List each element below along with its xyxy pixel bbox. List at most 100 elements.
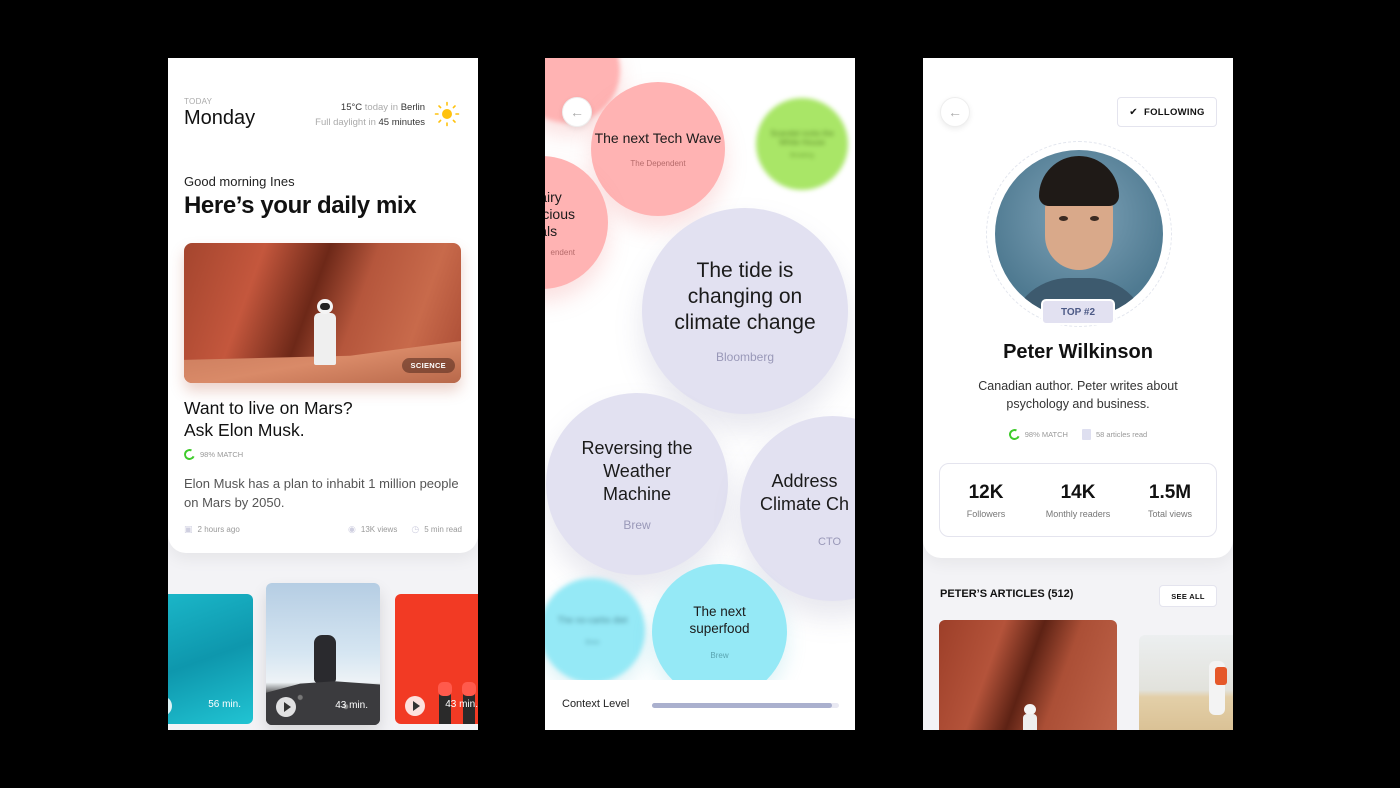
match-ring-icon bbox=[1007, 427, 1022, 442]
daylight-prefix: Full daylight in bbox=[315, 117, 376, 128]
topic-bubble[interactable]: The next superfood Brew bbox=[652, 564, 787, 699]
headline-line-2: Ask Elon Musk. bbox=[184, 420, 305, 440]
bubble-title: Reversing the Weather Machine bbox=[581, 437, 693, 504]
back-button[interactable]: ← bbox=[562, 97, 592, 127]
bubble-title: The no-carbs diet bbox=[557, 615, 628, 626]
topic-bubble[interactable]: Address Climate Ch CTO bbox=[740, 416, 855, 601]
match-text: 98% MATCH bbox=[1024, 430, 1068, 439]
stat-value: 14K bbox=[1060, 481, 1096, 503]
play-icon[interactable] bbox=[168, 696, 172, 716]
stat-monthly-readers: 14K Monthly readers bbox=[1032, 464, 1124, 536]
video-duration: 43 min. bbox=[445, 699, 478, 710]
video-duration: 56 min. bbox=[208, 699, 241, 710]
article-card[interactable] bbox=[1139, 635, 1233, 730]
stat-value: 1.5M bbox=[1148, 481, 1192, 503]
following-button[interactable]: ✔ FOLLOWING bbox=[1117, 97, 1217, 127]
weather-info: 15°C today in Berlin Full daylight in 45… bbox=[315, 100, 425, 130]
context-level-label: Context Level bbox=[562, 698, 630, 710]
video-card[interactable]: 43 min. bbox=[266, 583, 380, 725]
astronaut-figure bbox=[1021, 704, 1039, 730]
calendar-icon: ▣ bbox=[184, 524, 193, 534]
bubble-title: The next superfood bbox=[689, 604, 750, 636]
today-in-text: today in bbox=[364, 102, 399, 113]
headline-line-1: Want to live on Mars? bbox=[184, 398, 353, 418]
document-icon bbox=[1081, 429, 1091, 440]
check-icon: ✔ bbox=[1129, 106, 1138, 118]
bubble-title: Address Climate Ch bbox=[760, 470, 850, 514]
context-level-fill bbox=[652, 703, 832, 708]
bubble-title: Scandal rocks the White House bbox=[770, 128, 834, 147]
stat-followers: 12K Followers bbox=[940, 464, 1032, 536]
category-tag[interactable]: SCIENCE bbox=[401, 358, 455, 373]
stat-label: Monthly readers bbox=[1045, 508, 1111, 519]
bubble-title: airy icious als bbox=[545, 188, 575, 239]
page-title: Here’s your daily mix bbox=[184, 192, 417, 219]
bubble-source: Brew bbox=[710, 651, 729, 660]
author-name: Peter Wilkinson bbox=[1003, 341, 1153, 363]
back-button[interactable]: ← bbox=[940, 97, 970, 127]
articles-heading: PETER’S ARTICLES (512) bbox=[940, 588, 1074, 600]
topic-bubble[interactable]: The tide is changing on climate change B… bbox=[642, 208, 848, 414]
context-level-bar: Context Level bbox=[545, 680, 855, 730]
stat-label: Total views bbox=[1147, 508, 1192, 519]
featured-article-image[interactable]: SCIENCE bbox=[184, 243, 461, 383]
topic-bubble[interactable]: The next Tech Wave The Dependent bbox=[591, 82, 725, 216]
bubble-source: CTO bbox=[818, 535, 842, 548]
astronaut-figure bbox=[310, 299, 340, 365]
arrow-left-icon: ← bbox=[570, 104, 584, 120]
avatar bbox=[995, 150, 1163, 318]
day-label: Monday bbox=[184, 107, 256, 129]
rank-badge: TOP #2 bbox=[1041, 299, 1115, 325]
daily-mix-screen: TODAY Monday 15°C today in Berlin Full d… bbox=[168, 58, 478, 730]
author-meta: 98% MATCH 58 articles read bbox=[923, 427, 1233, 442]
daylight-value: 45 minutes bbox=[378, 117, 425, 128]
eye-icon: ◉ bbox=[348, 524, 356, 534]
video-duration: 43 min. bbox=[335, 700, 368, 711]
bubble-source: Breaking bbox=[790, 153, 814, 160]
featured-headline[interactable]: Want to live on Mars? Ask Elon Musk. bbox=[184, 397, 353, 441]
see-all-button[interactable]: SEE ALL bbox=[1159, 585, 1217, 607]
views-count: 13K views bbox=[360, 525, 398, 534]
bubble-title: The tide is changing on climate change bbox=[674, 259, 816, 334]
bubble-source: Brew bbox=[585, 639, 600, 646]
bubble-source: Brew bbox=[623, 517, 651, 532]
video-card[interactable]: 43 min. bbox=[395, 594, 478, 724]
arrow-left-icon: ← bbox=[948, 104, 962, 120]
article-meta: ▣ 2 hours ago ◉ 13K views ◷ 5 min read bbox=[184, 524, 462, 535]
read-time: 5 min read bbox=[424, 525, 462, 534]
play-icon[interactable] bbox=[405, 696, 425, 716]
meditating-person bbox=[314, 635, 336, 683]
city: Berlin bbox=[400, 102, 425, 113]
bubble-source: The Dependent bbox=[630, 158, 686, 168]
articles-read: 58 articles read bbox=[1095, 430, 1148, 439]
topic-bubble[interactable]: Reversing the Weather Machine Brew bbox=[546, 393, 728, 575]
profile-card: ← ✔ FOLLOWING TOP #2 Peter Wilkinson Can… bbox=[923, 58, 1233, 558]
match-text: 98% MATCH bbox=[200, 450, 244, 459]
topic-bubble[interactable]: The no-carbs diet Brew bbox=[545, 578, 645, 683]
topic-bubble[interactable]: Scandal rocks the White House Breaking bbox=[756, 98, 848, 190]
match-ring-icon bbox=[182, 447, 197, 462]
clock-icon: ◷ bbox=[411, 524, 420, 534]
today-label: TODAY bbox=[184, 97, 213, 106]
bubble-source: endent bbox=[550, 247, 575, 257]
author-profile-screen: ← ✔ FOLLOWING TOP #2 Peter Wilkinson Can… bbox=[923, 58, 1233, 730]
runner-figure bbox=[1209, 661, 1227, 715]
following-label: FOLLOWING bbox=[1143, 106, 1205, 118]
author-bio: Canadian author. Peter writes about psyc… bbox=[978, 379, 1178, 411]
sun-icon bbox=[434, 101, 460, 127]
stat-label: Followers bbox=[966, 508, 1006, 519]
time-ago: 2 hours ago bbox=[197, 525, 240, 534]
article-card[interactable] bbox=[939, 620, 1117, 730]
bubble-source: Bloomberg bbox=[715, 350, 775, 364]
stat-total-views: 1.5M Total views bbox=[1124, 464, 1216, 536]
temperature: 15°C bbox=[340, 102, 363, 113]
context-level-slider[interactable] bbox=[652, 703, 839, 708]
topic-bubbles-screen: The next Tech Wave The Dependent Scandal… bbox=[545, 58, 855, 730]
stat-value: 12K bbox=[968, 481, 1004, 503]
stats-panel: 12K Followers 14K Monthly readers 1.5M T… bbox=[939, 463, 1217, 537]
greeting: Good morning Ines bbox=[184, 174, 295, 189]
bubble-title: The next Tech Wave bbox=[594, 130, 722, 147]
play-icon[interactable] bbox=[276, 697, 296, 717]
video-card[interactable]: 56 min. bbox=[168, 594, 253, 724]
match-indicator: 98% MATCH bbox=[182, 447, 244, 462]
